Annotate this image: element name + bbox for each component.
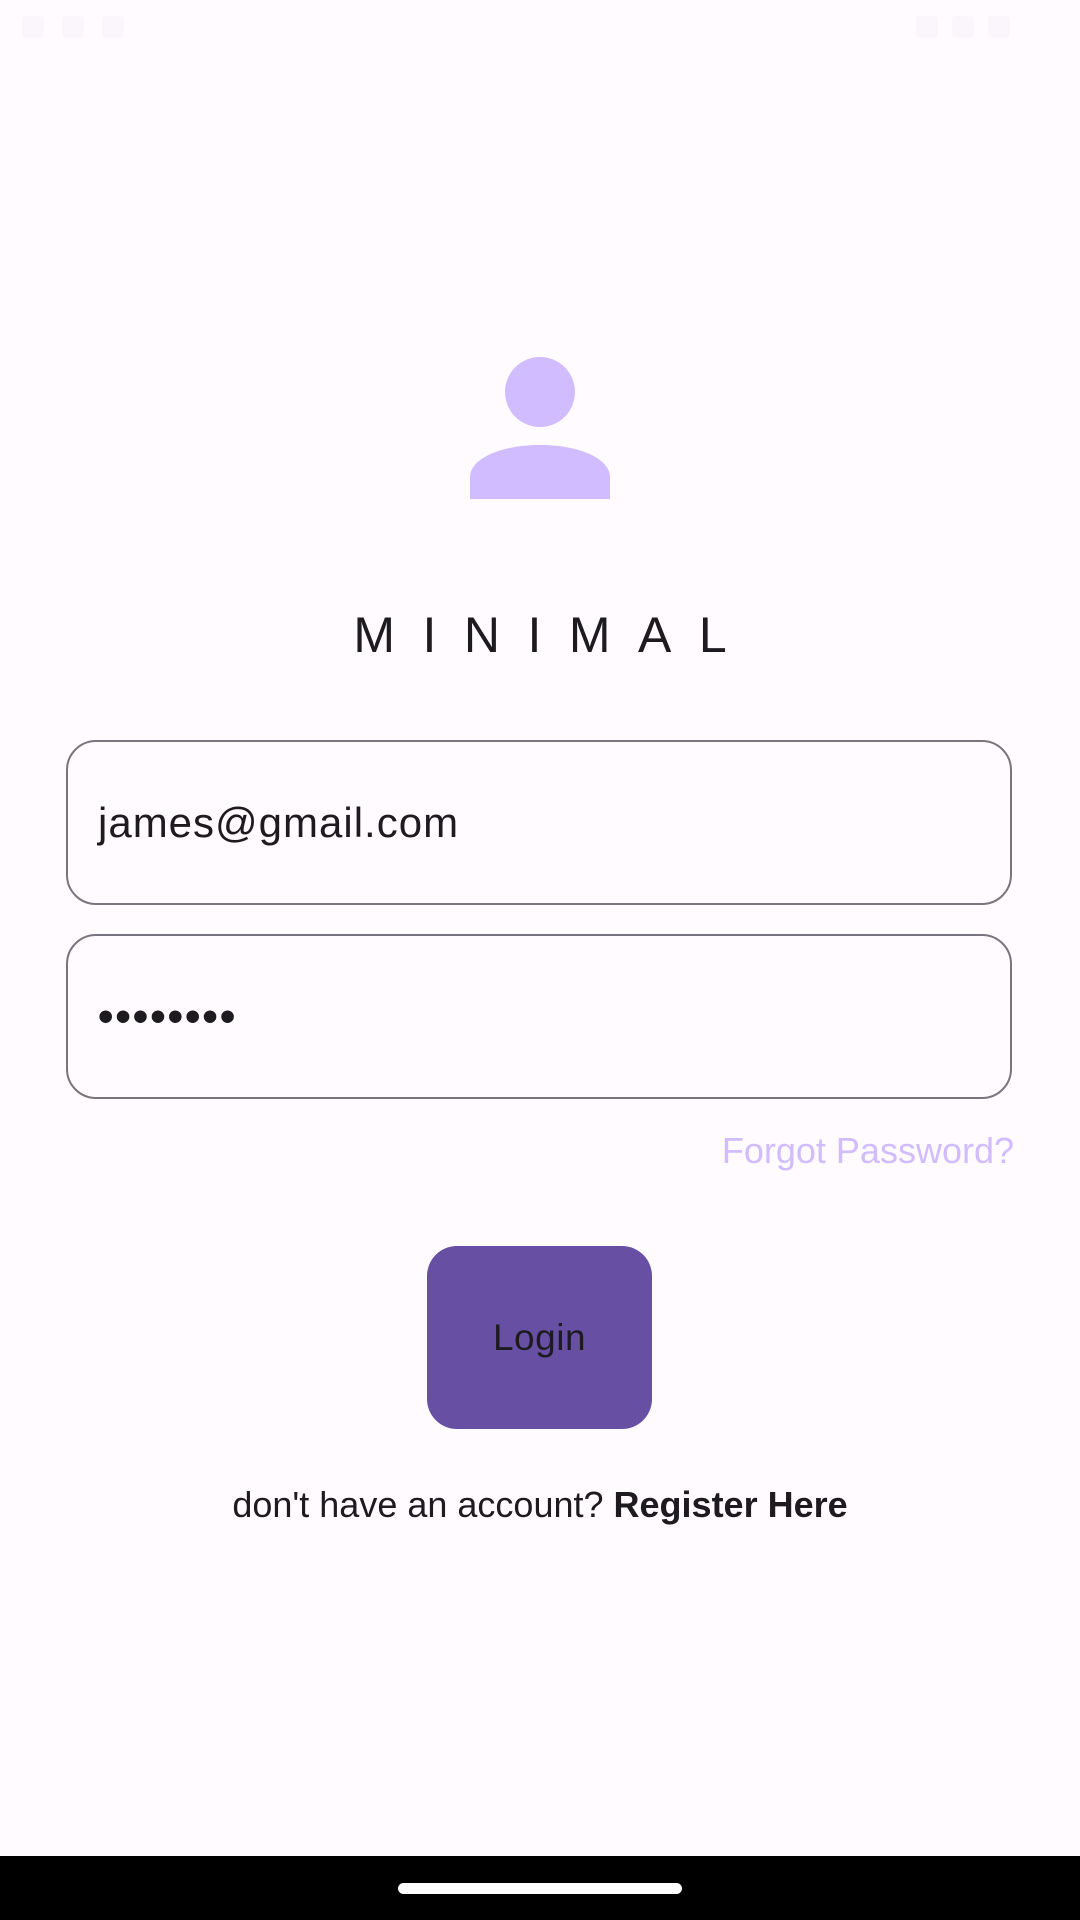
password-value: •••••••• (98, 991, 238, 1041)
person-icon (468, 355, 612, 499)
login-button[interactable]: Login (427, 1246, 652, 1429)
email-field[interactable]: james@gmail.com (66, 740, 1012, 905)
login-button-label: Login (492, 1316, 587, 1358)
register-prompt: don't have an account? (232, 1484, 604, 1525)
forgot-password-link[interactable]: Forgot Password? (722, 1130, 1014, 1172)
notification-icon (62, 16, 84, 38)
email-value: james@gmail.com (98, 798, 460, 846)
password-field[interactable]: •••••••• (66, 934, 1012, 1099)
register-row: don't have an account? Register Here (0, 1484, 1080, 1526)
register-link[interactable]: Register Here (614, 1484, 848, 1525)
home-gesture-handle[interactable] (398, 1883, 682, 1894)
app-title: MINIMAL (353, 607, 755, 663)
notification-icon (102, 16, 124, 38)
wifi-icon (916, 16, 938, 38)
battery-icon (988, 16, 1010, 38)
notification-icon (22, 16, 44, 38)
signal-icon (952, 16, 974, 38)
status-bar-right (916, 16, 1010, 38)
status-bar-left (22, 16, 124, 38)
status-bar (0, 0, 1080, 64)
